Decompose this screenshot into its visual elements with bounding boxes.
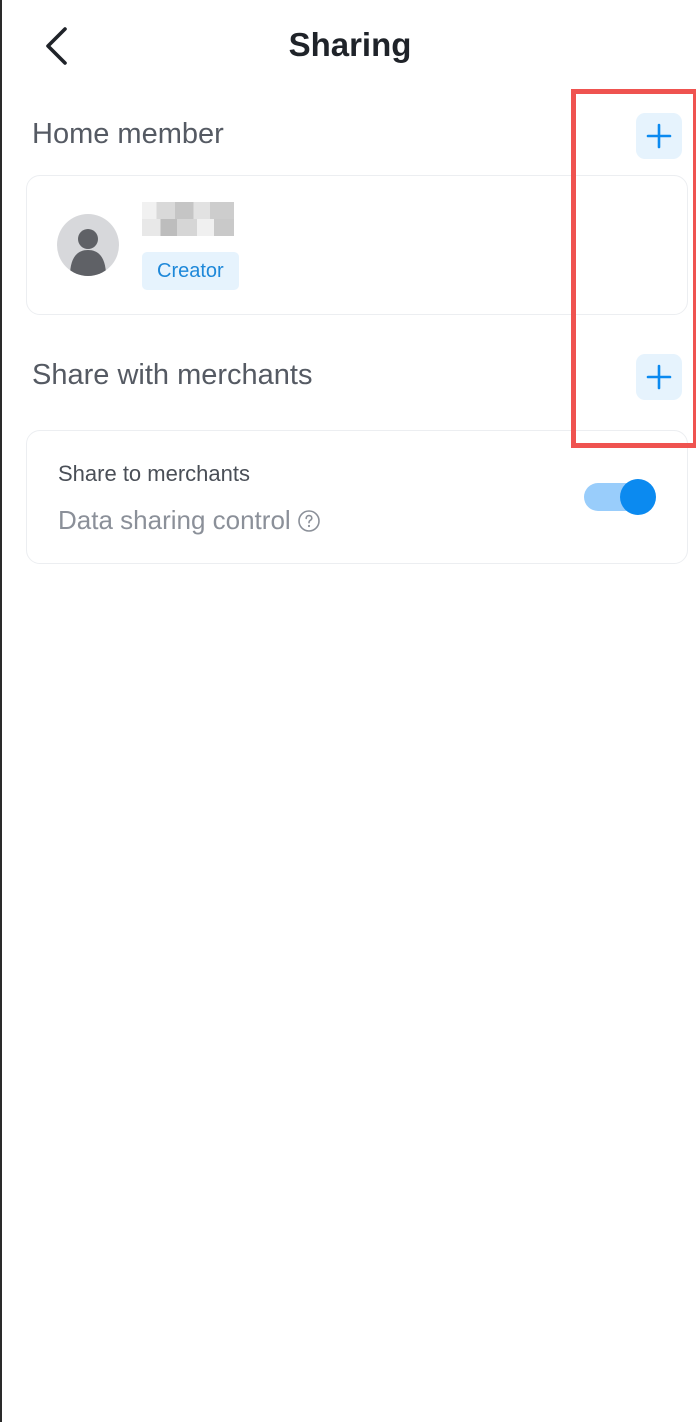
data-sharing-toggle[interactable] [584,479,656,515]
role-badge: Creator [142,252,239,290]
share-to-merchants-label: Share to merchants [58,461,250,486]
sharing-page: Sharing Home member Creator Share with m… [0,0,696,1422]
merchant-share-card: Share to merchants Data sharing control [26,430,688,564]
question-circle-icon[interactable] [297,509,321,533]
data-sharing-control-label: Data sharing control [58,505,291,535]
plus-icon [646,123,672,149]
merchants-section-title: Share with merchants [32,359,313,391]
add-home-member-button[interactable] [636,113,682,159]
user-silhouette-icon [70,229,106,276]
plus-icon [646,364,672,390]
home-member-section-title: Home member [32,118,224,150]
header-bar: Sharing [2,0,696,92]
home-member-card[interactable]: Creator [26,175,688,315]
page-title: Sharing [288,26,412,63]
member-name [142,202,234,236]
avatar [57,214,119,276]
toggle-knob [620,479,656,515]
add-merchant-button[interactable] [636,354,682,400]
data-sharing-control: Data sharing control [58,505,321,536]
